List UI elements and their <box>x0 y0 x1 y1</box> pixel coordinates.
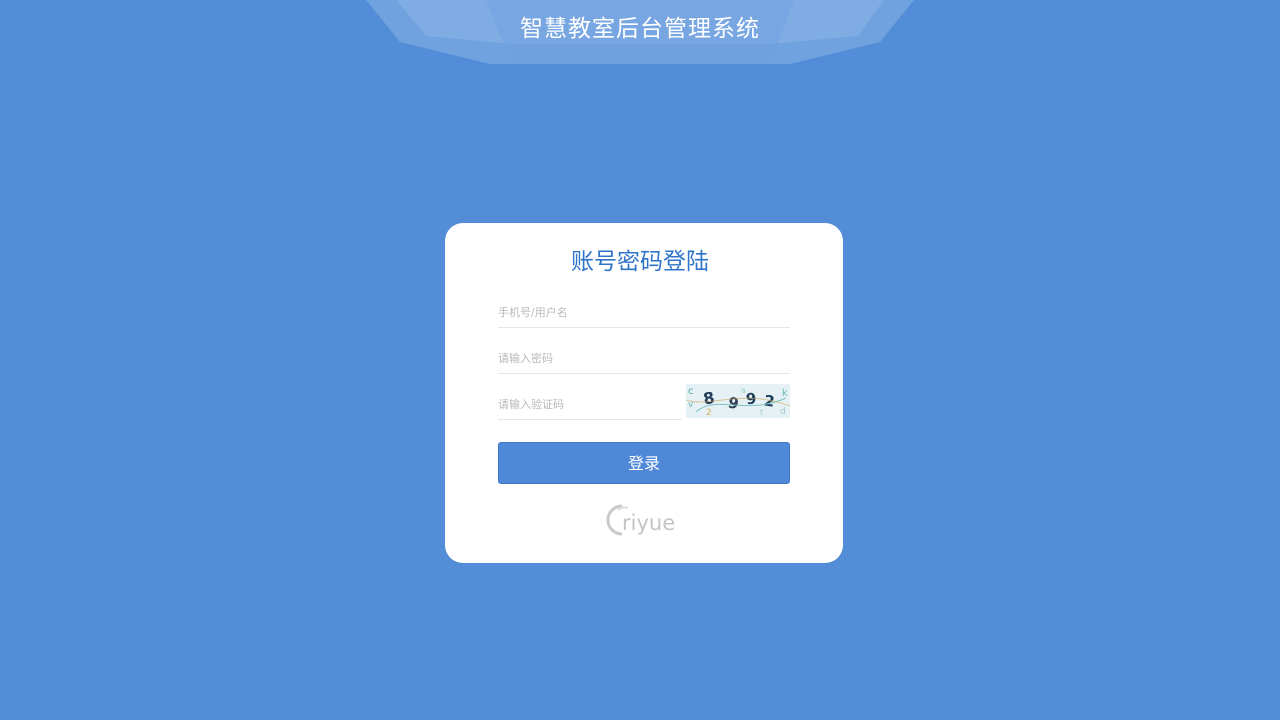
captcha-input[interactable] <box>498 390 682 420</box>
captcha-graphic: c v k d a 2 t 8 9 9 2 <box>686 384 790 418</box>
header-banner: 智慧教室后台管理系统 <box>0 0 1280 70</box>
svg-text:c: c <box>688 386 694 397</box>
riyue-logo: riyue <box>604 500 688 540</box>
login-button[interactable]: 登录 <box>498 442 790 484</box>
captcha-image[interactable]: c v k d a 2 t 8 9 9 2 <box>686 384 790 418</box>
svg-text:2: 2 <box>706 408 712 418</box>
app-title: 智慧教室后台管理系统 <box>520 16 760 42</box>
svg-text:d: d <box>780 407 786 417</box>
login-page: 智慧教室后台管理系统 账号密码登陆 c v k d a 2 t 8 9 9 2 … <box>0 0 1280 720</box>
logo-mark-icon: riyue <box>606 504 675 536</box>
svg-text:riyue: riyue <box>622 511 675 535</box>
account-input[interactable] <box>498 298 790 328</box>
login-title: 账号密码登陆 <box>571 249 709 275</box>
password-input[interactable] <box>498 344 790 374</box>
svg-text:k: k <box>782 388 788 399</box>
svg-text:t: t <box>760 408 763 417</box>
